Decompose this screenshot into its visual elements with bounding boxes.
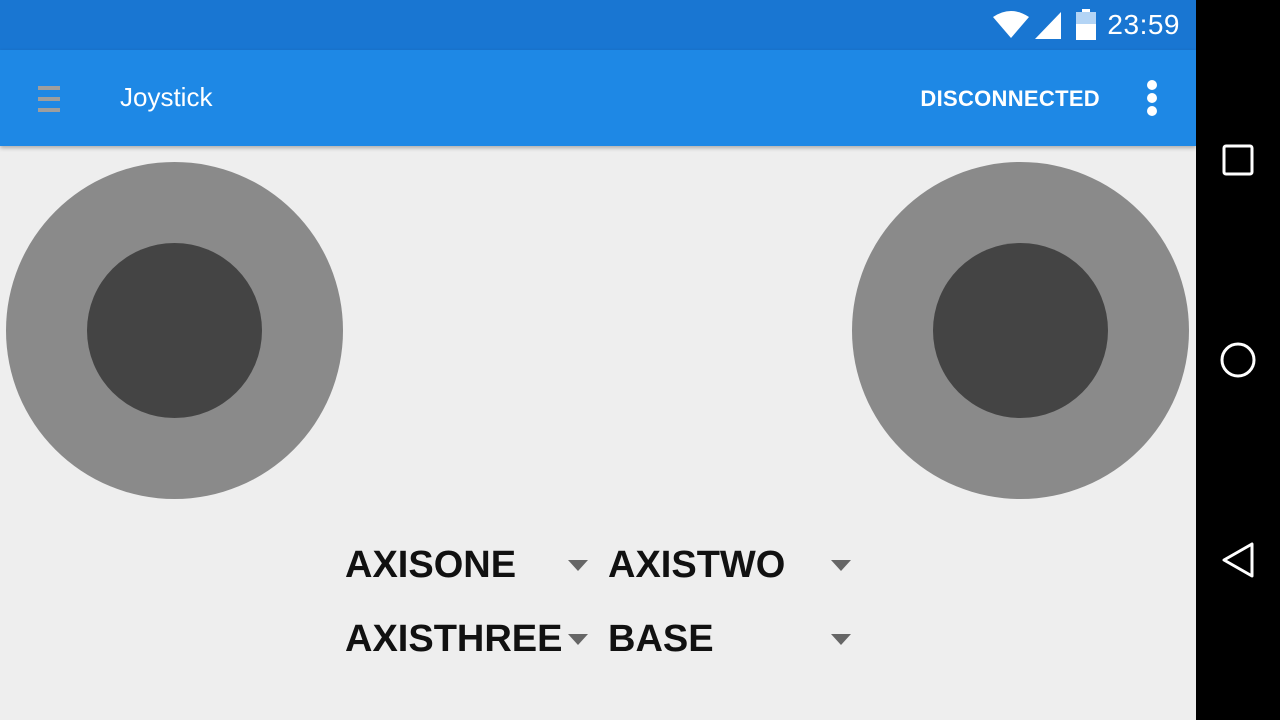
app-title: Joystick bbox=[120, 82, 213, 112]
right-joystick[interactable] bbox=[852, 162, 1189, 499]
back-icon[interactable] bbox=[1216, 538, 1260, 582]
screen: 23:59 Joystick DISCONNECTED AXISONE AXIS… bbox=[0, 0, 1196, 720]
dropdown-arrow-icon bbox=[831, 634, 851, 645]
axis-two-spinner[interactable]: AXISTWO bbox=[608, 544, 851, 588]
axis-three-spinner[interactable]: AXISTHREE bbox=[345, 618, 588, 662]
dropdown-arrow-icon bbox=[568, 634, 588, 645]
menu-icon[interactable] bbox=[38, 84, 62, 114]
left-joystick[interactable] bbox=[6, 162, 343, 499]
cell-signal-icon bbox=[1033, 10, 1063, 40]
spinner-label: AXISTWO bbox=[608, 544, 786, 586]
right-joystick-knob[interactable] bbox=[933, 243, 1108, 418]
dropdown-arrow-icon bbox=[568, 560, 588, 571]
connection-status-button[interactable]: DISCONNECTED bbox=[920, 86, 1100, 112]
status-bar: 23:59 bbox=[0, 0, 1196, 50]
spinner-label: AXISONE bbox=[345, 544, 517, 586]
dropdown-arrow-icon bbox=[831, 560, 851, 571]
spinner-label: BASE bbox=[608, 618, 714, 660]
base-spinner[interactable]: BASE bbox=[608, 618, 851, 662]
status-icons: 23:59 bbox=[993, 0, 1180, 50]
overflow-menu-icon[interactable] bbox=[1142, 78, 1162, 118]
axis-one-spinner[interactable]: AXISONE bbox=[345, 544, 588, 588]
wifi-icon bbox=[993, 11, 1030, 39]
home-icon[interactable] bbox=[1216, 338, 1260, 382]
status-clock: 23:59 bbox=[1107, 9, 1180, 40]
recents-icon[interactable] bbox=[1216, 138, 1260, 182]
app-bar: Joystick DISCONNECTED bbox=[0, 50, 1196, 146]
spinner-label: AXISTHREE bbox=[345, 618, 563, 660]
left-joystick-knob[interactable] bbox=[87, 243, 262, 418]
battery-icon bbox=[1075, 9, 1097, 41]
navigation-bar bbox=[1196, 0, 1280, 720]
